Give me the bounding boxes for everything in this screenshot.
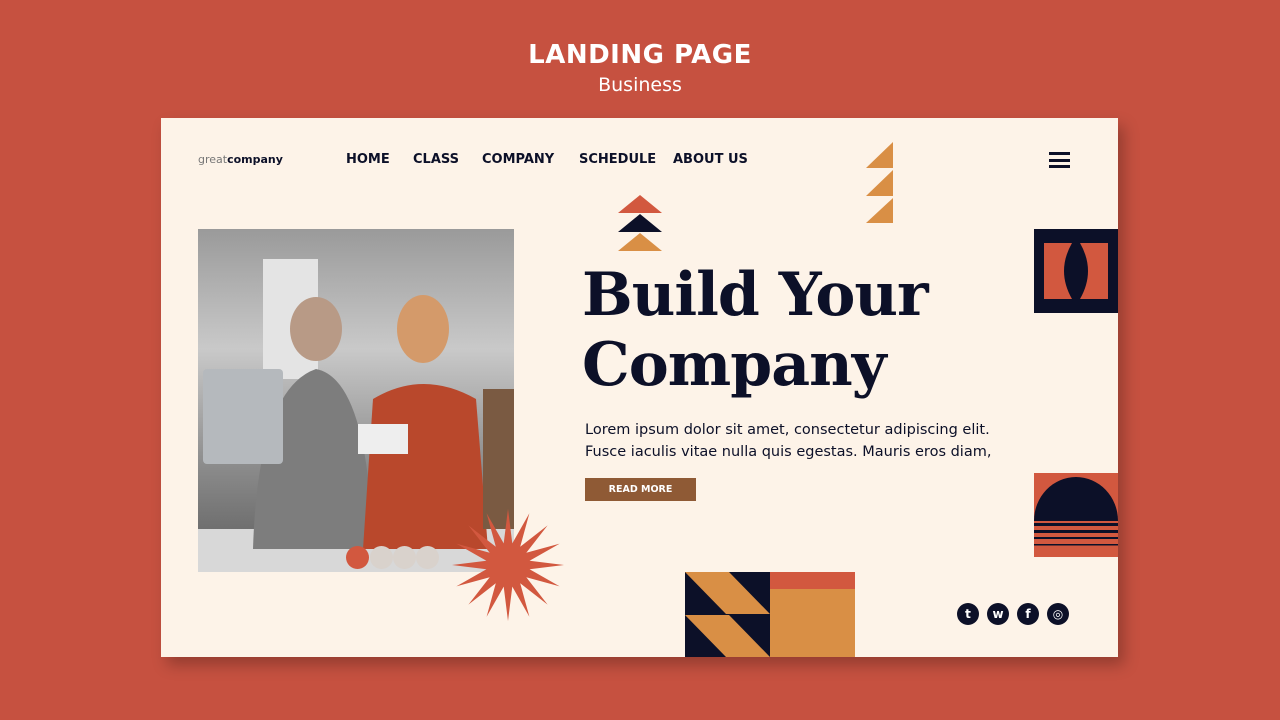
geometric-block-decoration [685, 572, 855, 657]
carousel-dot-1[interactable] [346, 546, 369, 569]
sunset-decoration [1034, 473, 1118, 557]
hero-heading-line1: Build Your [582, 260, 929, 330]
logo[interactable]: greatcompany [198, 153, 283, 166]
hero-heading-line2: Company [582, 330, 887, 400]
page-subtitle: Business [598, 74, 682, 96]
nav-schedule[interactable]: SCHEDULE [579, 152, 656, 167]
page-title: LANDING PAGE [528, 40, 752, 70]
nav-class[interactable]: CLASS [413, 152, 459, 167]
side-triangles-decoration [866, 142, 893, 223]
starburst-decoration [452, 509, 564, 621]
nav-about-us[interactable]: ABOUT US [673, 152, 748, 167]
facebook-icon[interactable]: f [1017, 603, 1039, 625]
landing-card: greatcompany HOME CLASS COMPANY SCHEDULE… [161, 118, 1118, 657]
twitter-icon[interactable]: t [957, 603, 979, 625]
carousel-dot-4[interactable] [416, 546, 439, 569]
hero-text-line1: Lorem ipsum dolor sit amet, consectetur … [585, 422, 990, 438]
hamburger-menu-icon[interactable] [1049, 152, 1070, 168]
logo-light: great [198, 153, 228, 166]
whatsapp-icon[interactable]: w [987, 603, 1009, 625]
carousel-dot-3[interactable] [393, 546, 416, 569]
nav-company[interactable]: COMPANY [482, 152, 554, 167]
instagram-icon[interactable]: ◎ [1047, 603, 1069, 625]
triangles-decoration [618, 195, 662, 251]
nav-home[interactable]: HOME [346, 152, 390, 167]
starburst-shape [452, 509, 564, 621]
hero-text-line2: Fusce iaculis vitae nulla quis egestas. … [585, 444, 992, 460]
logo-bold: company [227, 153, 283, 166]
carousel-dot-2[interactable] [370, 546, 393, 569]
read-more-button[interactable]: READ MORE [585, 478, 696, 501]
arches-decoration [1034, 229, 1118, 313]
